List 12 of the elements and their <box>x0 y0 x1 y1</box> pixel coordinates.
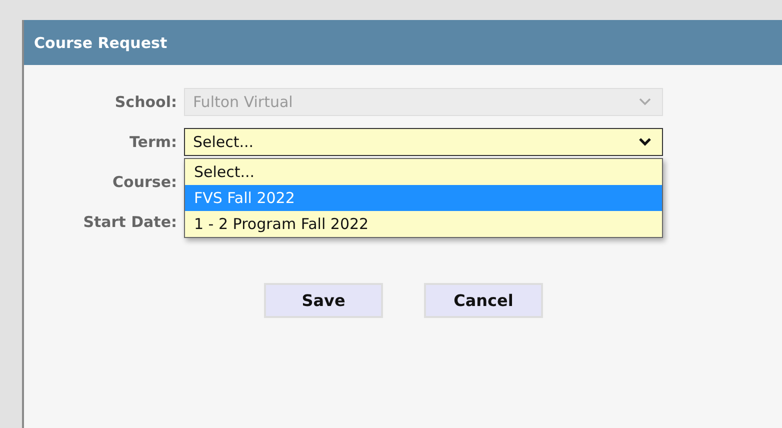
field-label: Course: <box>112 173 177 191</box>
cancel-button[interactable]: Cancel <box>424 283 543 318</box>
field-label: Term: <box>128 133 177 151</box>
field-label: School: <box>114 93 177 111</box>
field-label: Start Date: <box>82 213 177 231</box>
dropdown-option[interactable]: Select... <box>185 159 662 185</box>
dropdown-option[interactable]: 1 - 2 Program Fall 2022 <box>185 211 662 237</box>
chevron-down-icon <box>638 137 652 147</box>
dialog-title: Course Request <box>34 34 168 52</box>
dropdown-field[interactable]: Select... <box>184 128 663 156</box>
save-button[interactable]: Save <box>264 283 383 318</box>
chevron-down-icon <box>638 97 652 107</box>
